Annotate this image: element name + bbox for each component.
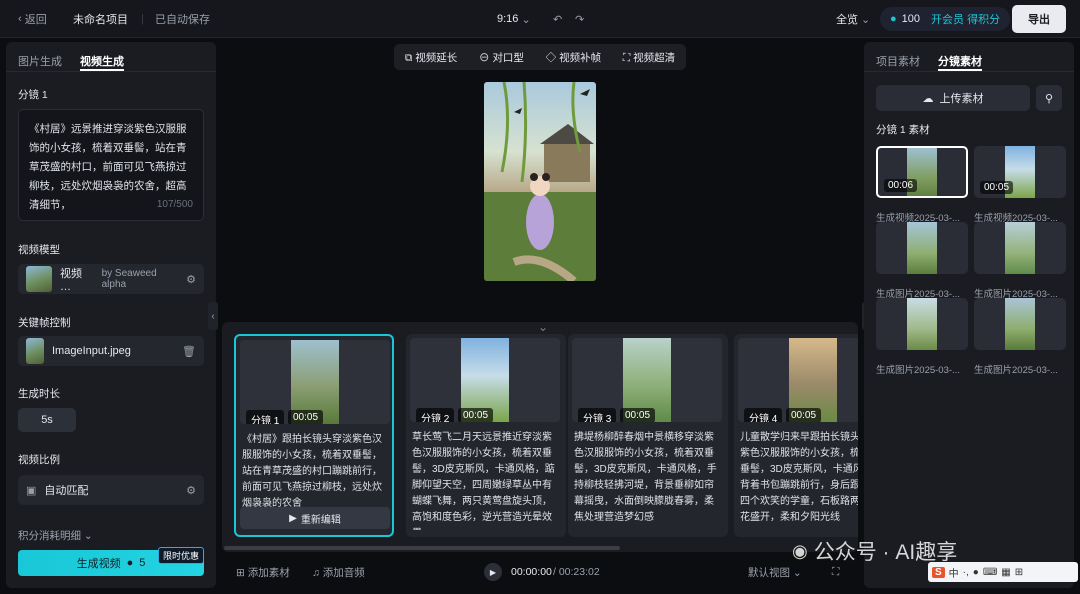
vip-link[interactable]: 开会员 得积分 [931, 11, 1000, 27]
storyboard-strip: ⌄ 分镜 1 00:05 《村居》跟拍长镜头穿淡紫色汉服服饰的小女孩，梳着双垂髻… [222, 322, 858, 552]
ime-toolbar[interactable]: S 中 ·, ● ⌨ ▦ ⊞ [928, 562, 1078, 582]
material-item[interactable]: 00:05 [974, 146, 1066, 198]
trash-icon[interactable]: 🗑 [182, 345, 196, 358]
keyboard-icon[interactable]: ⌨ [983, 567, 997, 578]
ratio-label: 视频比例 [18, 454, 60, 466]
keyframe-item[interactable]: ImageInput.jpeg 🗑 [18, 336, 204, 366]
tab-project-materials[interactable]: 项目素材 [876, 53, 920, 71]
project-name[interactable]: 未命名项目 [73, 0, 128, 38]
shot-thumbnail: 分镜 3 00:05 [572, 338, 722, 422]
undo-icon[interactable]: ↶ [553, 0, 562, 38]
duration-option[interactable]: 5s [18, 408, 76, 432]
mic-icon[interactable]: ● [973, 567, 979, 578]
total-time: / 00:23:02 [553, 566, 600, 578]
model-thumbnail [26, 266, 53, 292]
collapse-left-handle[interactable]: ‹ [208, 302, 218, 330]
shot-card[interactable]: 分镜 2 00:05 草长莺飞二月天远景推近穿淡紫色汉服服饰的小女孩，梳着双垂髻… [406, 334, 566, 537]
lipsync-icon: ⊖ [479, 51, 493, 64]
export-button[interactable]: 导出 [1012, 5, 1066, 33]
image-icon: ▣ [26, 484, 37, 497]
material-item[interactable] [974, 298, 1066, 350]
shot-thumbnail: 分镜 4 00:05 [738, 338, 858, 422]
tool-upscale[interactable]: ⛶ 视频超清 [623, 50, 675, 65]
chevron-down-icon[interactable]: ⌄ [538, 322, 548, 334]
music-icon: ♫ [312, 566, 323, 579]
video-tools-bar: ⧉ 视频延长 ⊖ 对口型 ◇ 视频补帧 ⛶ 视频超清 [394, 44, 686, 70]
generate-video-button[interactable]: 生成视频 ● 5 限时优惠 [18, 547, 204, 576]
prompt-textarea[interactable]: 《村居》远景推进穿淡紫色汉服服饰的小女孩，梳着双垂髻，站在青草茂盛的村口，前面可… [18, 109, 204, 221]
shot-thumbnail: 分镜 1 00:05 [240, 340, 390, 424]
add-image-icon: ⊞ [236, 566, 248, 579]
edit-icon: ▶ [289, 512, 297, 524]
shot-label: 分镜 1 [18, 89, 48, 101]
material-item[interactable] [876, 298, 968, 350]
view-select[interactable]: 全览 ⌄ [836, 0, 870, 38]
settings-icon[interactable]: ⚙ [186, 273, 196, 286]
coin-icon: ● [126, 557, 134, 569]
model-label: 视频模型 [18, 244, 60, 256]
default-view-select[interactable]: 默认视图 ⌄ [748, 565, 802, 580]
add-material-button[interactable]: ⊞ 添加素材 [236, 565, 290, 580]
credits-badge[interactable]: ● 100 开会员 得积分 [880, 7, 1011, 31]
cost-detail-toggle[interactable]: 积分消耗明细 ⌄ [18, 528, 93, 543]
upload-button[interactable]: ☁ 上传素材 [876, 85, 1030, 111]
upscale-icon: ⛶ [622, 51, 634, 64]
shot-card[interactable]: 分镜 4 00:05 儿童散学归来早跟拍长镜头穿淡紫色汉服服饰的小女孩，梳着双垂… [734, 334, 858, 537]
cloud-upload-icon: ☁ [922, 92, 934, 105]
left-panel: 图片生成 视频生成 分镜 1 《村居》远景推进穿淡紫色汉服服饰的小女孩，梳着双垂… [6, 42, 216, 588]
back-button[interactable]: ‹ 返回 [18, 0, 47, 38]
duration-label: 生成时长 [18, 388, 60, 400]
video-preview[interactable] [484, 82, 596, 281]
ratio-select[interactable]: ▣ 自动匹配 ⚙ [18, 475, 204, 505]
model-select[interactable]: 视频 … by Seaweed alpha ⚙ [18, 264, 204, 294]
tool-lipsync[interactable]: ⊖ 对口型 [479, 50, 524, 65]
apps-icon[interactable]: ⊞ [1015, 567, 1023, 578]
shot-thumbnail: 分镜 2 00:05 [410, 338, 560, 422]
chevron-left-icon: ‹ [18, 13, 25, 25]
material-item[interactable] [876, 222, 968, 274]
keyframe-thumbnail [26, 338, 44, 364]
tab-video-generation[interactable]: 视频生成 [80, 53, 124, 71]
sogou-icon: S [932, 566, 945, 578]
tab-shot-materials[interactable]: 分镜素材 [938, 53, 982, 71]
fullscreen-icon[interactable]: ⛶ [832, 566, 839, 579]
chevron-down-icon: ⌄ [858, 13, 871, 26]
section-title: 分镜 1 素材 [876, 124, 930, 136]
material-item[interactable]: 00:06 [876, 146, 968, 198]
extend-icon: ⧉ [404, 51, 416, 64]
shot-card[interactable]: 分镜 1 00:05 《村居》跟拍长镜头穿淡紫色汉服服饰的小女孩，梳着双垂髻，站… [234, 334, 394, 537]
right-panel: 项目素材 分镜素材 ☁ 上传素材 ⚲ 分镜 1 素材 00:06 生成视频2025… [864, 42, 1074, 588]
promo-badge: 限时优惠 [157, 547, 204, 564]
horizontal-scrollbar[interactable] [224, 546, 620, 550]
play-icon[interactable]: ▶ [484, 563, 502, 581]
aspect-ratio-select[interactable]: 9:16 ⌄ [497, 0, 531, 38]
tool-interpolate[interactable]: ◇ 视频补帧 [546, 50, 601, 65]
settings-icon[interactable]: ⚙ [186, 484, 196, 497]
chevron-down-icon: ⌄ [790, 566, 802, 579]
punctuation-icon: ·, [962, 566, 969, 578]
autosave-status: 已自动保存 [155, 14, 210, 26]
keyframe-label: 关键帧控制 [18, 317, 71, 329]
char-counter: 107/500 [156, 199, 193, 210]
coin-icon: ● [890, 13, 897, 25]
tool-extend[interactable]: ⧉ 视频延长 [405, 50, 457, 65]
wechat-icon: ◉ [792, 540, 808, 561]
reedit-button[interactable]: ▶ 重新编辑 [240, 507, 390, 529]
interpolate-icon: ◇ [545, 51, 560, 64]
tab-image-generation[interactable]: 图片生成 [18, 53, 62, 71]
chevron-down-icon: ⌄ [81, 530, 93, 542]
chevron-down-icon: ⌄ [518, 13, 531, 26]
bottom-bar: ⊞ 添加素材 ♫ 添加音频 ▶ 00:00:00 / 00:23:02 默认视图… [222, 556, 858, 588]
filter-icon[interactable]: ⚲ [1036, 85, 1062, 111]
skin-icon[interactable]: ▦ [1001, 567, 1010, 578]
add-audio-button[interactable]: ♫ 添加音频 [312, 565, 365, 580]
material-item[interactable] [974, 222, 1066, 274]
preview-illustration [484, 82, 596, 281]
current-time: 00:00:00 [511, 566, 552, 578]
shot-card[interactable]: 分镜 3 00:05 拂堤杨柳醉春烟中景横移穿淡紫色汉服服饰的小女孩，梳着双垂髻… [568, 334, 728, 537]
top-bar: ‹ 返回 未命名项目 | 已自动保存 9:16 ⌄ ↶ ↷ 全览 ⌄ ● 100… [0, 0, 1080, 38]
redo-icon[interactable]: ↷ [575, 0, 584, 38]
